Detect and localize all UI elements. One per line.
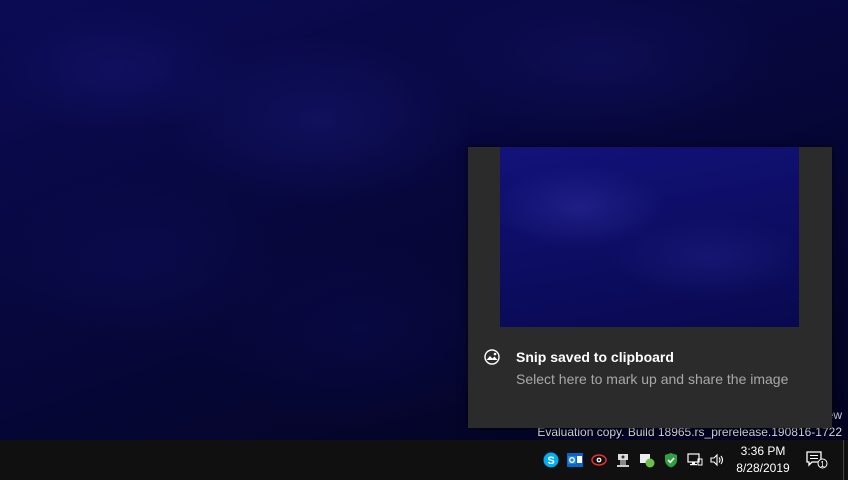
network-icon[interactable] (686, 451, 704, 469)
volume-icon[interactable] (708, 451, 726, 469)
toast-title: Snip saved to clipboard (516, 349, 674, 365)
taskbar-clock[interactable]: 3:36 PM 8/28/2019 (730, 443, 796, 477)
security-camera-icon[interactable] (614, 451, 632, 469)
skype-icon[interactable]: S (542, 451, 560, 469)
notification-count-badge: 1 (820, 460, 825, 469)
clock-date: 8/28/2019 (736, 461, 790, 475)
show-desktop-button[interactable] (843, 440, 844, 480)
onedrive-sync-icon[interactable] (638, 451, 656, 469)
snip-sketch-icon (484, 349, 500, 365)
outlook-icon[interactable] (566, 451, 584, 469)
taskbar: S 1 (0, 440, 848, 480)
windows-security-icon[interactable] (662, 451, 680, 469)
snip-thumbnail[interactable] (500, 147, 799, 327)
svg-text:S: S (547, 455, 554, 467)
clock-time: 3:36 PM (740, 444, 786, 458)
eye-red-icon[interactable] (590, 451, 608, 469)
toast-body: Select here to mark up and share the ima… (516, 371, 789, 387)
snip-notification-toast[interactable]: Snip saved to clipboard Select here to m… (468, 147, 832, 428)
